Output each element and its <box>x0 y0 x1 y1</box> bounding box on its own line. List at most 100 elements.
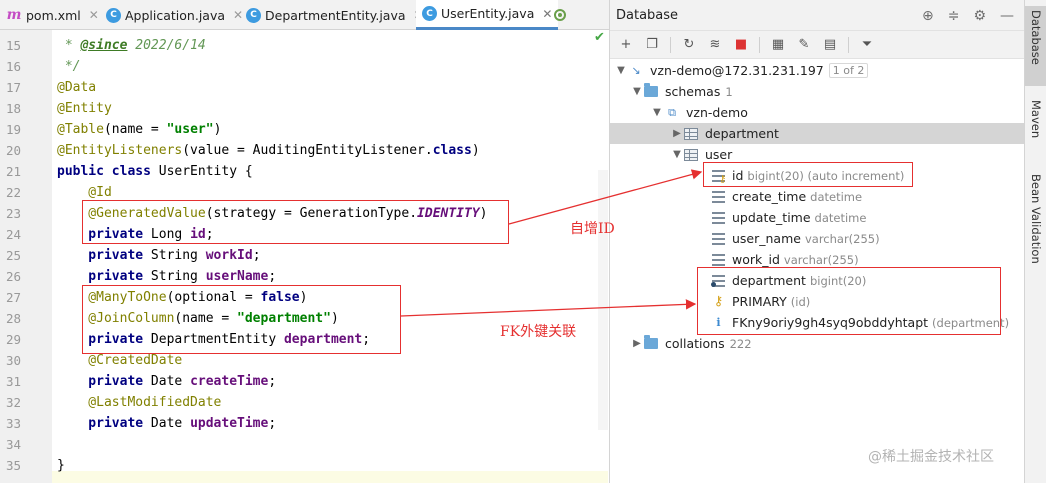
table-name: user <box>705 147 733 162</box>
highlight-box-id-column <box>703 162 913 187</box>
line-number: 34 <box>6 437 22 452</box>
line-number: 33 <box>6 416 22 431</box>
column-type: datetime <box>814 210 867 225</box>
annotation: @Id <box>57 185 112 200</box>
line-number: 25 <box>6 248 22 263</box>
code-text: ; <box>252 248 261 263</box>
chevron-down-icon[interactable]: ▼ <box>630 86 644 97</box>
right-tool-strip: Database Maven Bean Validation <box>1024 0 1046 483</box>
code-line-31: private Date createTime; <box>57 371 276 392</box>
line-number-gutter: 15 16 17 18 19 20 21 22 23 24 25 26 27 2… <box>0 30 52 483</box>
table-icon <box>684 148 698 161</box>
chevron-down-icon[interactable]: ▼ <box>614 65 628 76</box>
editor-tab-bar: m pom.xml ✕ C Application.java ✕ C Depar… <box>0 0 610 30</box>
minimize-icon[interactable]: — <box>1000 8 1014 24</box>
annotation: @EntityListeners <box>57 143 183 158</box>
edit-icon[interactable]: ✎ <box>796 37 812 53</box>
sync-settings-icon[interactable]: ≋ <box>707 37 723 53</box>
javadoc-tag: @since <box>80 38 128 53</box>
code-line-32: @LastModifiedDate <box>57 392 221 413</box>
connection-name: vzn-demo@172.31.231.197 <box>650 63 824 78</box>
line-number: 21 <box>6 164 22 179</box>
side-tab-database[interactable]: Database <box>1025 6 1046 86</box>
code-line-20: @EntityListeners(value = AuditingEntityL… <box>57 140 480 161</box>
inspection-ok-icon[interactable]: ✔ <box>594 30 605 45</box>
line-number: 20 <box>6 143 22 158</box>
code-line-15: * @since 2022/6/14 <box>57 35 206 56</box>
keyword: private <box>57 269 144 284</box>
column-type: datetime <box>810 189 863 204</box>
run-config-icon[interactable] <box>552 8 568 22</box>
tab-departmententity-java[interactable]: C DepartmentEntity.java ✕ <box>246 0 424 30</box>
add-icon[interactable]: + <box>618 37 634 53</box>
refresh-icon[interactable]: ↻ <box>681 37 697 53</box>
code-line-17: @Data <box>57 77 96 98</box>
stop-icon[interactable]: ■ <box>733 37 749 53</box>
tree-column-update-time[interactable]: update_time datetime <box>610 207 1025 228</box>
side-tab-label: Maven <box>1029 100 1043 139</box>
code-line-19: @Table(name = "user") <box>57 119 221 140</box>
chevron-down-icon[interactable]: ▼ <box>650 107 664 118</box>
annotation: @Table <box>57 122 104 137</box>
field-name: updateTime <box>190 416 269 431</box>
tab-label: pom.xml <box>26 7 81 23</box>
java-class-icon: C <box>422 6 437 21</box>
close-icon[interactable]: ✕ <box>233 8 243 22</box>
column-icon <box>712 190 725 203</box>
chevron-down-icon[interactable]: ▼ <box>670 149 684 160</box>
datasource-icon: ↘ <box>631 64 641 77</box>
console-icon[interactable]: ▤ <box>822 37 838 53</box>
tree-collations[interactable]: ▶ collations 222 <box>610 333 1025 354</box>
keyword: public class <box>57 164 151 179</box>
chevron-right-icon[interactable]: ▶ <box>670 128 684 139</box>
crosshair-icon[interactable]: ⊕ <box>922 8 934 24</box>
tree-schemas[interactable]: ▼ schemas 1 <box>610 81 1025 102</box>
column-name: update_time <box>732 210 811 225</box>
tab-userentity-java[interactable]: C UserEntity.java ✕ <box>416 0 559 30</box>
watermark: @稀土掘金技术社区 <box>868 449 994 465</box>
filter-icon[interactable]: ⏷ <box>859 37 875 53</box>
code-line-26: private String userName; <box>57 266 276 287</box>
chevron-right-icon[interactable]: ▶ <box>630 338 644 349</box>
java-class-icon: C <box>246 7 261 23</box>
tree-table-department[interactable]: ▶ department <box>610 123 1025 144</box>
close-icon[interactable]: ✕ <box>89 8 99 22</box>
collations-count: 222 <box>729 336 752 351</box>
tree-schema-vzn-demo[interactable]: ▼ ⧉ vzn-demo <box>610 102 1025 123</box>
tab-application-java[interactable]: C Application.java ✕ <box>106 0 243 30</box>
highlight-box-fk <box>82 285 401 354</box>
code-text: UserEntity { <box>150 164 253 179</box>
code-editor[interactable]: 15 16 17 18 19 20 21 22 23 24 25 26 27 2… <box>0 30 608 483</box>
toolbar-separator <box>759 36 760 53</box>
connection-badge[interactable]: 1 of 2 <box>828 63 869 78</box>
code-text: (name = <box>103 122 167 137</box>
tree-column-create-time[interactable]: create_time datetime <box>610 186 1025 207</box>
side-tab-maven[interactable]: Maven <box>1025 96 1046 156</box>
gear-icon[interactable]: ⚙ <box>973 8 986 24</box>
column-name: user_name <box>732 231 801 246</box>
code-text: String <box>143 248 206 263</box>
editor-scrollbar[interactable] <box>598 170 608 430</box>
annotation-auto-id: 自增ID <box>570 221 615 237</box>
comment: */ <box>57 59 81 74</box>
column-name: create_time <box>732 189 807 204</box>
database-panel: Database ⊕ ≑ ⚙ — + ❐ ↻ ≋ ■ ▦ ✎ ▤ ⏷ ▼ ↘ v… <box>609 0 1025 483</box>
side-tab-bean-validation[interactable]: Bean Validation <box>1025 170 1046 280</box>
line-number: 16 <box>6 59 22 74</box>
tree-column-user-name[interactable]: user_name varchar(255) <box>610 228 1025 249</box>
collapse-icon[interactable]: ≑ <box>948 8 960 24</box>
highlight-box-auto-id <box>82 200 509 244</box>
column-name: work_id <box>732 252 780 267</box>
copy-icon[interactable]: ❐ <box>644 37 660 53</box>
table-icon[interactable]: ▦ <box>770 37 786 53</box>
table-name: department <box>705 126 779 141</box>
folder-icon <box>644 83 658 97</box>
line-number: 26 <box>6 269 22 284</box>
tab-label: Application.java <box>125 7 226 23</box>
tab-pom-xml[interactable]: m pom.xml ✕ <box>6 0 99 30</box>
close-icon[interactable]: ✕ <box>542 7 552 21</box>
keyword: private <box>57 248 144 263</box>
line-number: 19 <box>6 122 22 137</box>
tree-connection[interactable]: ▼ ↘ vzn-demo@172.31.231.197 1 of 2 <box>610 60 1025 81</box>
annotation-fk: FK外键关联 <box>500 324 577 340</box>
